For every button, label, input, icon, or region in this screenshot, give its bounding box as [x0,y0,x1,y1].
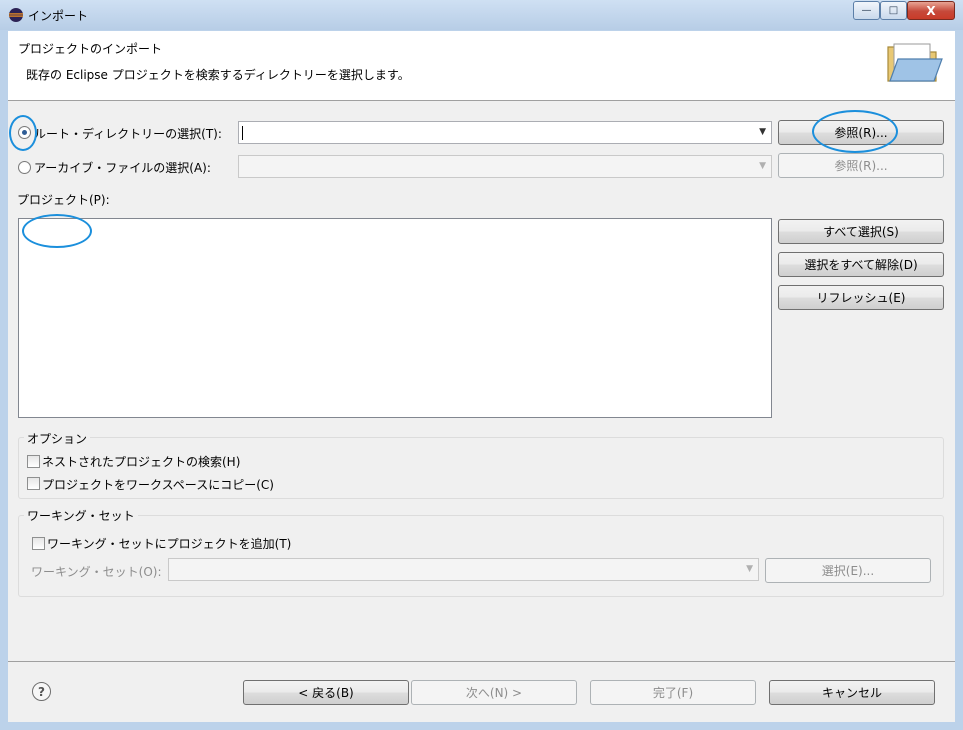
deselect-all-button[interactable]: 選択をすべて解除(D) [778,252,944,277]
wizard-description: 既存の Eclipse プロジェクトを検索するディレクトリーを選択します。 [26,68,410,82]
root-directory-label: ルート・ディレクトリーの選択(T): [34,127,222,141]
title-bar: インポート — □ X [0,0,963,30]
refresh-button[interactable]: リフレッシュ(E) [778,285,944,310]
copy-to-workspace-checkbox[interactable] [27,477,40,490]
text-cursor [242,126,243,140]
wizard-content: ルート・ディレクトリーの選択(T): ▼ 参照(R)... アーカイブ・ファイル… [8,101,955,661]
minimize-button[interactable]: — [853,1,880,20]
cancel-button[interactable]: キャンセル [769,680,935,705]
eclipse-icon [9,8,23,22]
add-working-set-label: ワーキング・セットにプロジェクトを追加(T) [47,537,292,551]
working-set-field-label: ワーキング・セット(O): [31,565,162,579]
minimize-icon: — [861,5,872,16]
options-group-label: オプション [24,430,91,447]
search-nested-label: ネストされたプロジェクトの検索(H) [42,455,241,469]
archive-file-label: アーカイブ・ファイルの選択(A): [34,161,211,175]
close-button[interactable]: X [907,1,955,20]
next-button[interactable]: 次へ(N) > [411,680,577,705]
back-button[interactable]: < 戻る(B) [243,680,409,705]
close-icon: X [926,3,936,18]
wizard-header: プロジェクトのインポート 既存の Eclipse プロジェクトを検索するディレク… [8,31,955,101]
maximize-button[interactable]: □ [880,1,907,20]
working-set-combo[interactable]: ▼ [168,558,759,581]
root-directory-combo[interactable]: ▼ [238,121,772,144]
archive-file-radio[interactable] [18,161,31,174]
working-set-group-label: ワーキング・セット [24,507,138,524]
working-set-group [18,515,944,597]
wizard-footer: ? < 戻る(B) 次へ(N) > 完了(F) キャンセル [8,661,955,722]
help-icon[interactable]: ? [32,682,51,701]
root-directory-radio[interactable] [18,126,31,139]
folder-open-icon [887,43,943,82]
copy-to-workspace-label: プロジェクトをワークスペースにコピー(C) [42,478,274,492]
working-set-select-button[interactable]: 選択(E)... [765,558,931,583]
chevron-down-icon[interactable]: ▼ [746,564,753,574]
window-controls: — □ X [853,1,957,20]
browse-archive-button[interactable]: 参照(R)... [778,153,944,178]
wizard-title: プロジェクトのインポート [18,42,163,56]
projects-list[interactable] [18,218,772,418]
select-all-button[interactable]: すべて選択(S) [778,219,944,244]
browse-button[interactable]: 参照(R)... [778,120,944,145]
finish-button[interactable]: 完了(F) [590,680,756,705]
maximize-icon: □ [888,5,899,16]
chevron-down-icon[interactable]: ▼ [759,127,766,137]
add-working-set-checkbox[interactable] [32,537,45,550]
chevron-down-icon[interactable]: ▼ [759,161,766,171]
projects-label: プロジェクト(P): [17,193,110,207]
archive-file-combo[interactable]: ▼ [238,155,772,178]
window-title: インポート [28,9,89,23]
search-nested-checkbox[interactable] [27,455,40,468]
